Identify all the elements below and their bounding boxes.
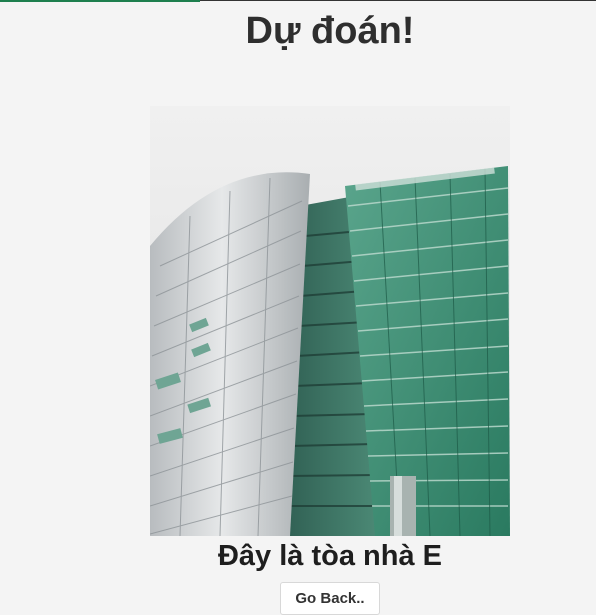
prediction-result: Đây là tòa nhà E [217, 540, 442, 572]
top-border-accent [0, 0, 200, 2]
building-photo [150, 106, 510, 536]
go-back-button[interactable]: Go Back.. [280, 582, 380, 615]
page-title: Dự đoán! [245, 10, 415, 52]
